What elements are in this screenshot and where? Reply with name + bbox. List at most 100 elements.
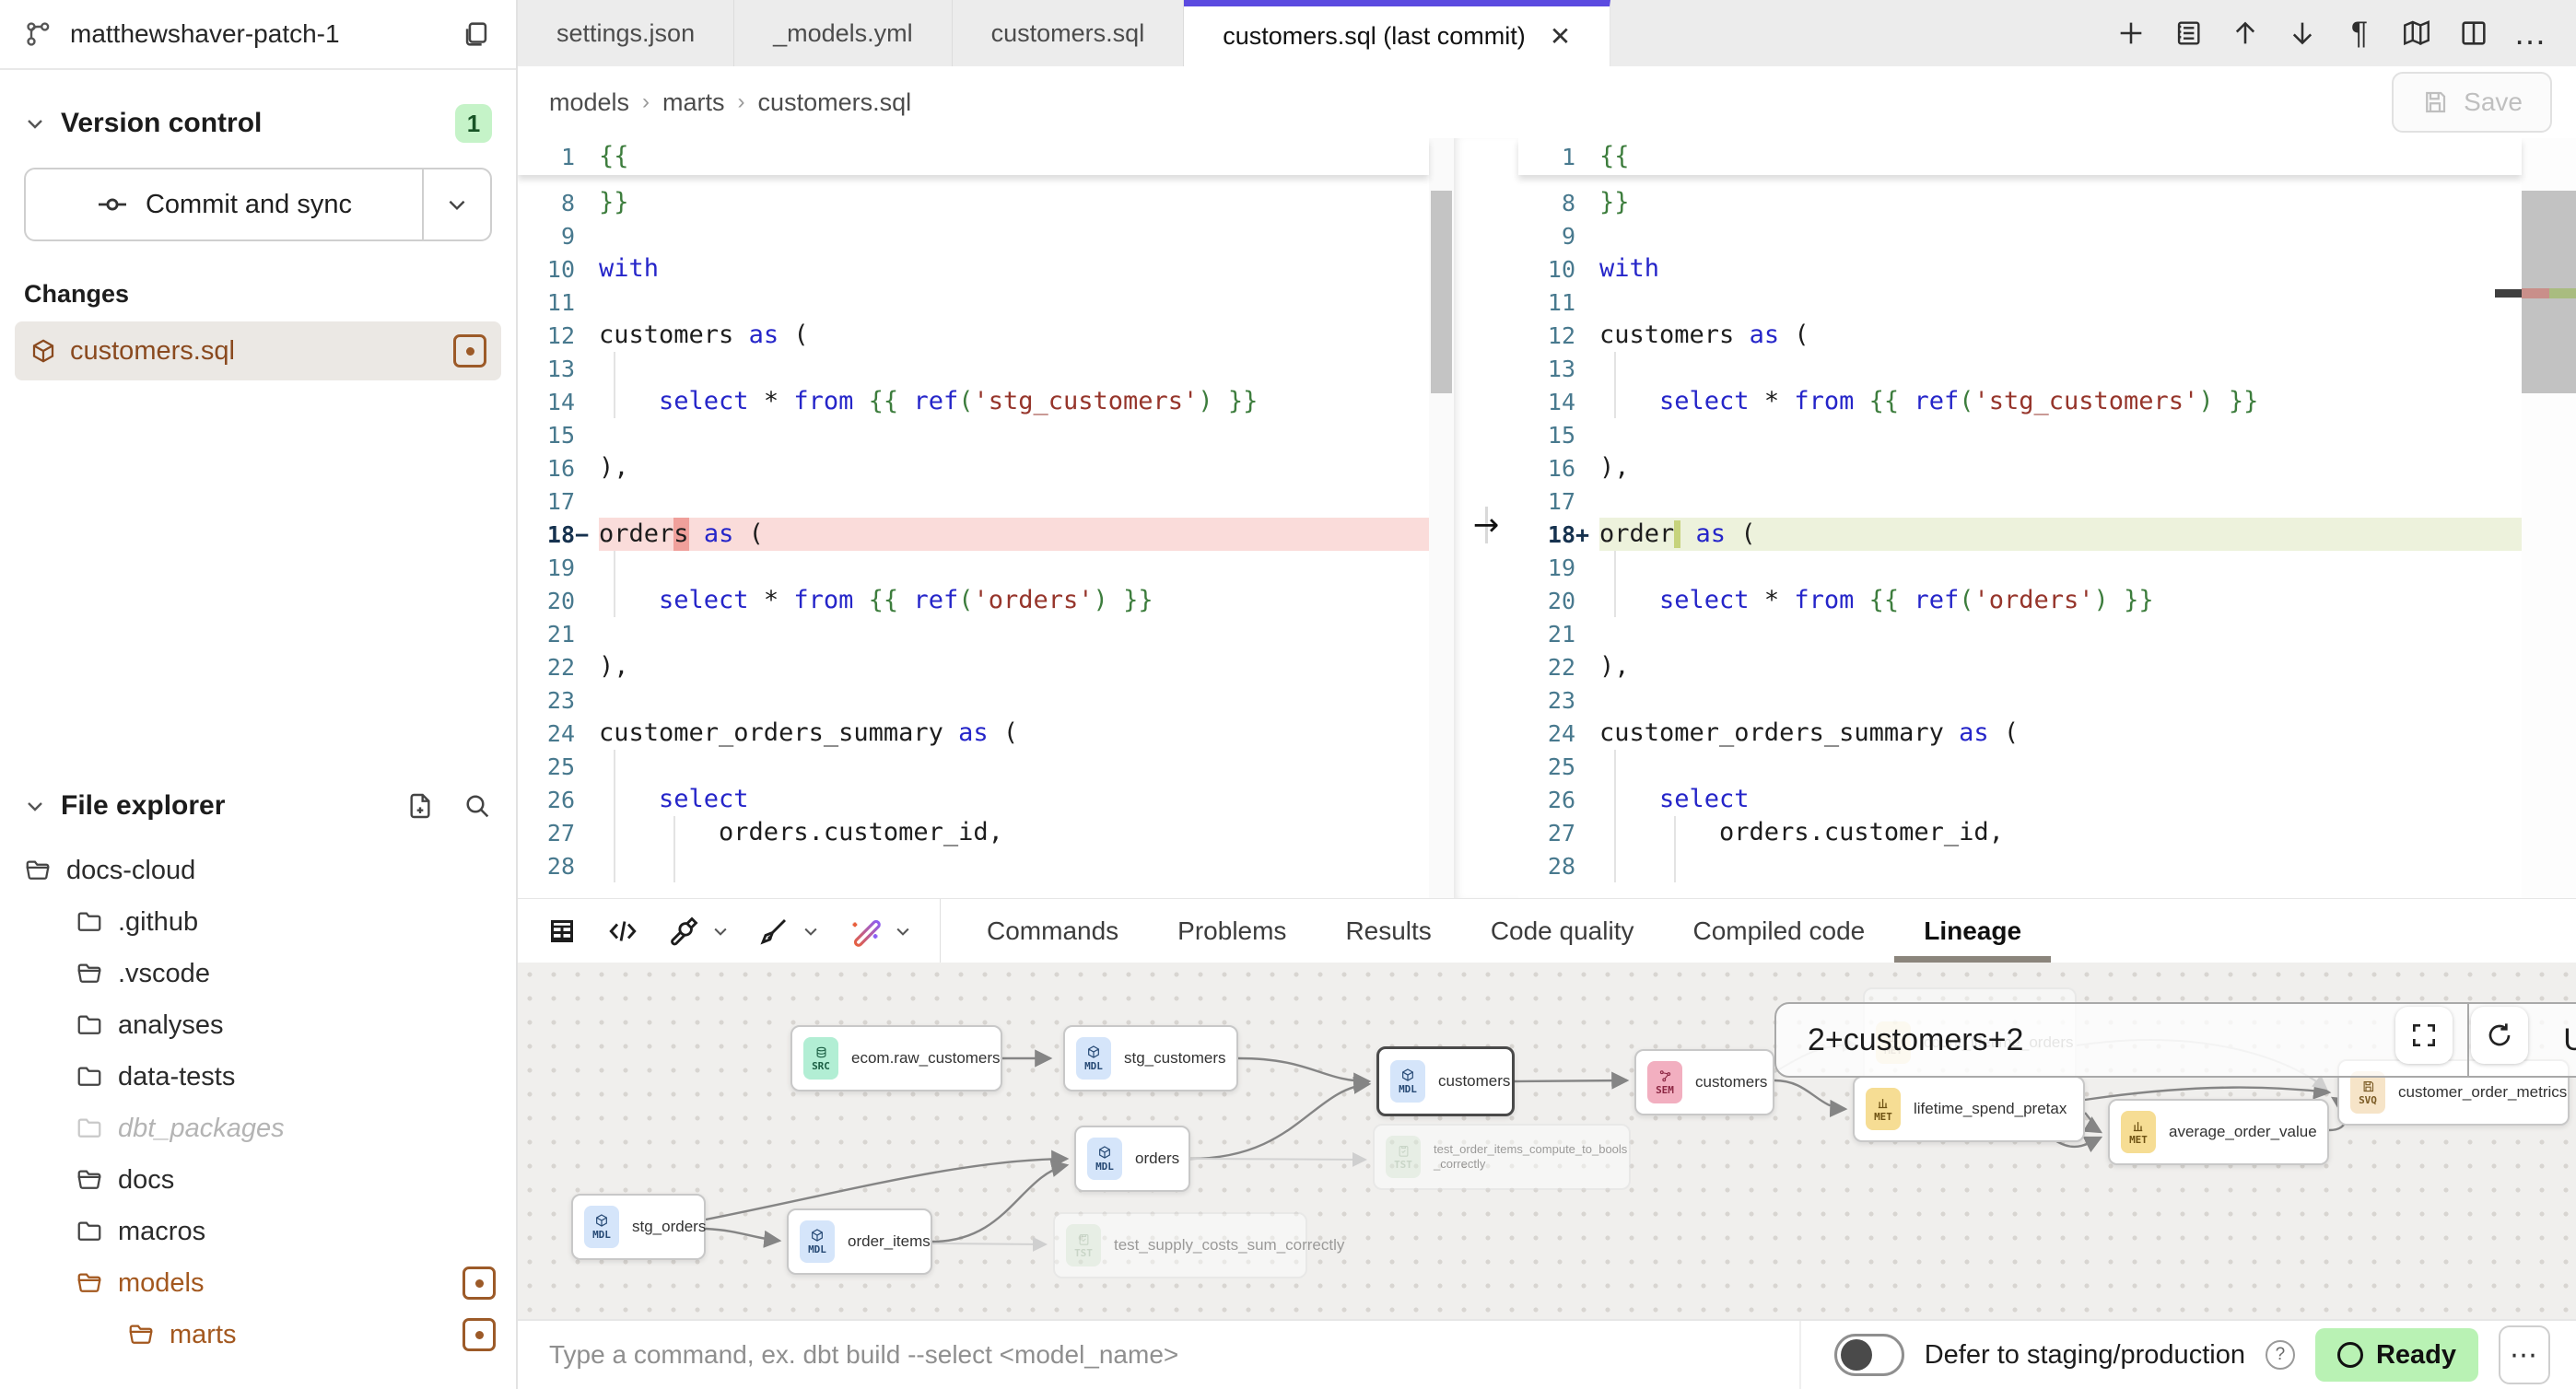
arrow-up-icon[interactable]	[2224, 12, 2266, 54]
chevron-down-icon[interactable]	[894, 922, 912, 940]
code-line-19[interactable]: 19	[518, 551, 1429, 584]
code-line-1[interactable]: 1{{	[1518, 138, 2522, 175]
code-line-13[interactable]: 13	[1518, 352, 2522, 385]
code-line-17[interactable]: 17	[518, 484, 1429, 518]
diff-pane-modified[interactable]: 1{{ 8}}910with1112customers as (1314 sele…	[1518, 138, 2522, 898]
split-editor-icon[interactable]	[2453, 12, 2495, 54]
code-line-24[interactable]: 24customer_orders_summary as (	[1518, 717, 2522, 750]
breadcrumb-part[interactable]: customers.sql	[758, 88, 912, 117]
pilcrow-icon[interactable]: ¶	[2338, 12, 2381, 54]
code-line-25[interactable]: 25	[518, 750, 1429, 783]
code-line-9[interactable]: 9	[1518, 219, 2522, 252]
code-line-10[interactable]: 10with	[518, 252, 1429, 286]
fullscreen-button[interactable]	[2395, 1007, 2453, 1064]
apply-diff-arrow-button[interactable]: →	[1454, 505, 1518, 545]
commit-and-sync-button[interactable]: Commit and sync	[26, 169, 424, 239]
code-line-14[interactable]: 14 select * from {{ ref('stg_customers')…	[1518, 385, 2522, 418]
defer-toggle[interactable]	[1834, 1334, 1904, 1376]
lineage-node-test-supply-costs[interactable]: TSTtest_supply_costs_sum_correctly	[1053, 1212, 1307, 1278]
panel-tab-problems[interactable]: Problems	[1148, 899, 1316, 963]
lineage-selector-input[interactable]	[1776, 1004, 2467, 1076]
lineage-node-order-items[interactable]: MDLorder_items	[787, 1208, 932, 1275]
code-line-15[interactable]: 15	[518, 418, 1429, 451]
tab--models-yml[interactable]: _models.yml	[734, 0, 953, 66]
minimap-icon[interactable]	[2395, 12, 2438, 54]
code-line-10[interactable]: 10with	[1518, 252, 2522, 286]
sidebar-item-docs-cloud[interactable]: docs-cloud	[0, 845, 516, 896]
code-line-23[interactable]: 23	[518, 683, 1429, 717]
code-line-22[interactable]: 22),	[1518, 650, 2522, 683]
file-explorer-header[interactable]: File explorer	[0, 784, 516, 828]
code-line-14[interactable]: 14 select * from {{ ref('stg_customers')…	[518, 385, 1429, 418]
save-button[interactable]: Save	[2392, 72, 2552, 133]
diff-overview-ruler[interactable]	[2522, 138, 2576, 898]
lineage-node-lifetime-spend-pretax[interactable]: METlifetime_spend_pretax	[1853, 1076, 2085, 1142]
lineage-node-orders-model[interactable]: MDLorders	[1074, 1126, 1190, 1192]
sidebar-item-macros[interactable]: macros	[0, 1206, 516, 1257]
tab-customers-sql[interactable]: customers.sql	[953, 0, 1185, 66]
commit-options-button[interactable]	[424, 169, 490, 239]
code-line-26[interactable]: 26 select	[518, 783, 1429, 816]
code-line-26[interactable]: 26 select	[1518, 783, 2522, 816]
refresh-graph-button[interactable]	[2471, 1007, 2528, 1064]
code-line-28[interactable]: 28	[1518, 849, 2522, 882]
code-line-16[interactable]: 16),	[518, 451, 1429, 484]
code-line-8[interactable]: 8}}	[518, 186, 1429, 219]
code-line-18[interactable]: 18−orders as (	[518, 518, 1429, 551]
lineage-node-customers-model[interactable]: MDLcustomers	[1376, 1046, 1515, 1116]
chevron-down-icon[interactable]	[711, 922, 730, 940]
lineage-node-ecom-raw-customers[interactable]: SRCecom.raw_customers	[790, 1025, 1002, 1091]
ai-fix-wand-icon[interactable]	[848, 914, 883, 949]
arrow-down-icon[interactable]	[2281, 12, 2324, 54]
changed-file-row[interactable]: customers.sql	[15, 321, 501, 380]
format-broom-icon[interactable]	[757, 915, 790, 948]
sidebar-item-models[interactable]: models	[0, 1257, 516, 1309]
code-line-27[interactable]: 27 orders.customer_id,	[1518, 816, 2522, 849]
version-control-header[interactable]: Version control 1	[0, 101, 516, 146]
code-line-25[interactable]: 25	[1518, 750, 2522, 783]
code-icon[interactable]	[606, 915, 639, 948]
breadcrumb-part[interactable]: marts	[662, 88, 725, 117]
code-line-24[interactable]: 24customer_orders_summary as (	[518, 717, 1429, 750]
sidebar-item-dbt-packages[interactable]: dbt_packages	[0, 1103, 516, 1154]
copy-icon[interactable]	[461, 18, 492, 50]
code-line-11[interactable]: 11	[518, 286, 1429, 319]
code-line-21[interactable]: 21	[518, 617, 1429, 650]
code-line-15[interactable]: 15	[1518, 418, 2522, 451]
diff-editor[interactable]: 1{{8}}910with1112customers as (1314 sele…	[518, 138, 2576, 898]
sidebar-item--vscode[interactable]: .vscode	[0, 948, 516, 999]
code-line-20[interactable]: 20 select * from {{ ref('orders') }}	[518, 584, 1429, 617]
help-icon[interactable]: ?	[2266, 1340, 2295, 1370]
code-line-23[interactable]: 23	[1518, 683, 2522, 717]
code-line-21[interactable]: 21	[1518, 617, 2522, 650]
code-line-20[interactable]: 20 select * from {{ ref('orders') }}	[1518, 584, 2522, 617]
lineage-canvas[interactable]: SRCecom.raw_customersMDLstg_customersMDL…	[518, 963, 2576, 1319]
tab-settings-json[interactable]: settings.json	[518, 0, 734, 66]
lineage-node-average-order-value[interactable]: METaverage_order_value	[2108, 1099, 2329, 1165]
search-icon[interactable]	[463, 791, 492, 821]
sidebar-item--github[interactable]: .github	[0, 896, 516, 948]
panel-tab-commands[interactable]: Commands	[957, 899, 1148, 963]
outline-list-icon[interactable]	[2167, 12, 2209, 54]
new-tab-icon[interactable]	[2110, 12, 2152, 54]
panel-tab-lineage[interactable]: Lineage	[1894, 899, 2051, 963]
command-input[interactable]	[549, 1340, 1768, 1370]
code-line-27[interactable]: 27 orders.customer_id,	[518, 816, 1429, 849]
code-line-11[interactable]: 11	[1518, 286, 2522, 319]
panel-tab-code-quality[interactable]: Code quality	[1461, 899, 1664, 963]
code-line-8[interactable]: 8}}	[1518, 186, 2522, 219]
code-line-12[interactable]: 12customers as (	[1518, 319, 2522, 352]
breadcrumb-part[interactable]: models	[549, 88, 629, 117]
sidebar-item-data-tests[interactable]: data-tests	[0, 1051, 516, 1103]
results-table-icon[interactable]	[545, 915, 579, 948]
build-wrench-icon[interactable]	[667, 915, 700, 948]
code-line-13[interactable]: 13	[518, 352, 1429, 385]
left-pane-scrollbar[interactable]	[1429, 138, 1454, 898]
more-options-icon[interactable]: …	[2510, 12, 2552, 54]
lineage-node-test-order-items[interactable]: TSTtest_order_items_compute_to_bools_cor…	[1373, 1124, 1631, 1190]
sidebar-item-docs[interactable]: docs	[0, 1154, 516, 1206]
chevron-down-icon[interactable]	[802, 922, 820, 940]
more-actions-button[interactable]: ⋯	[2499, 1325, 2550, 1384]
close-tab-icon[interactable]: ✕	[1550, 21, 1571, 52]
sidebar-item-marts[interactable]: marts	[0, 1309, 516, 1360]
